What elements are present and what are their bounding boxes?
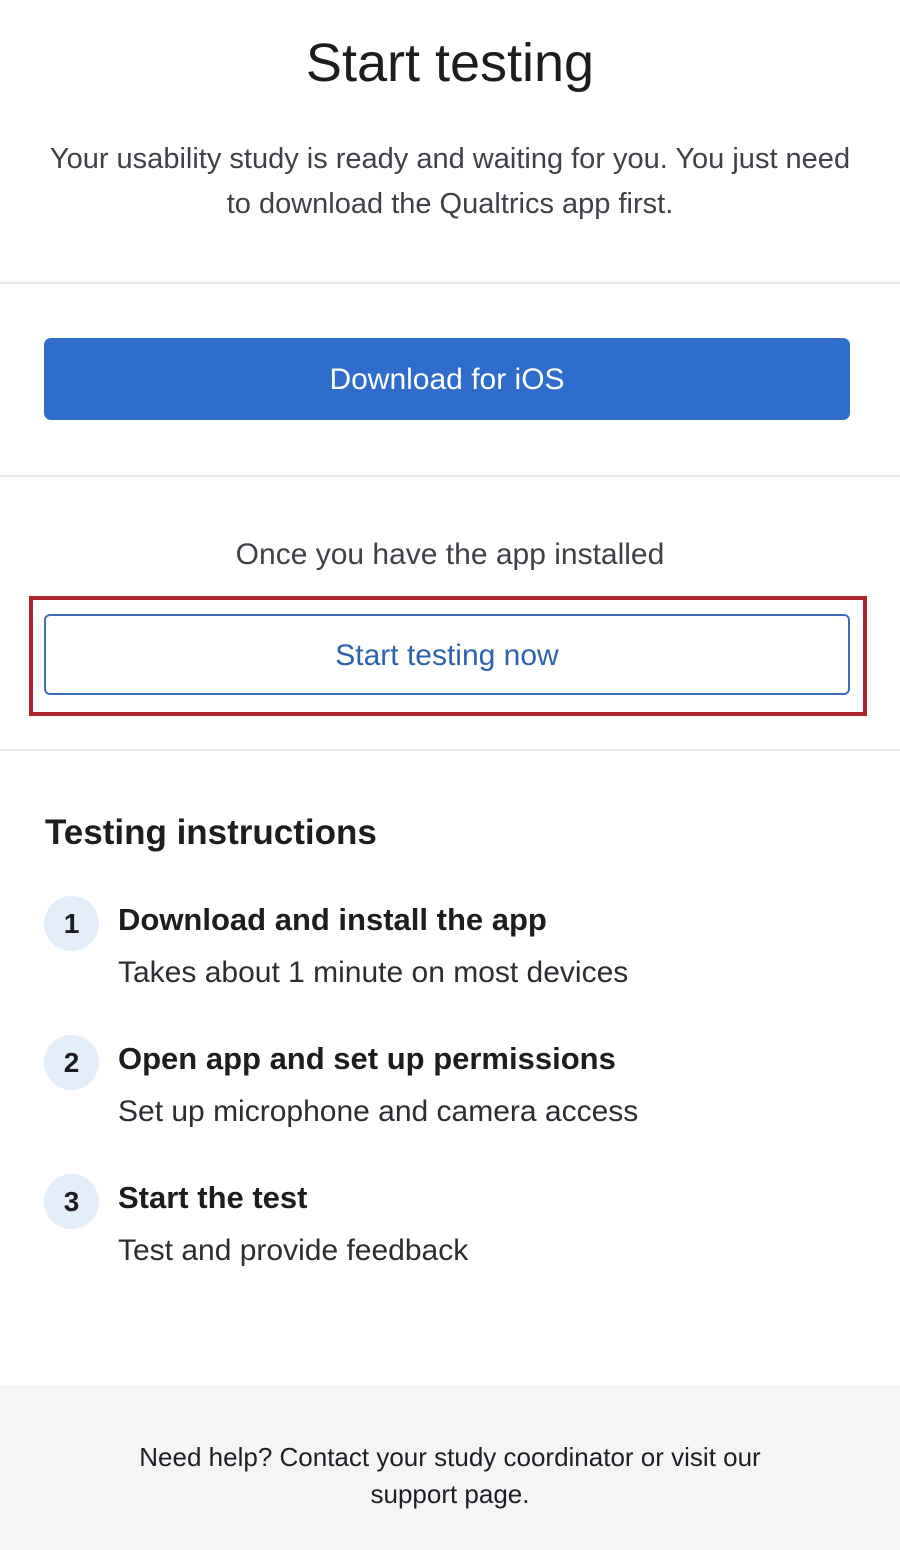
step-number-badge: 2	[44, 1035, 99, 1090]
page-title: Start testing	[305, 33, 595, 93]
step-number-badge: 1	[44, 896, 99, 951]
step-number-badge: 3	[44, 1174, 99, 1229]
help-footer: Need help? Contact your study coordinato…	[0, 1385, 900, 1550]
section-divider	[0, 475, 900, 477]
step-description: Test and provide feedback	[118, 1234, 469, 1267]
start-testing-now-button[interactable]: Start testing now	[44, 614, 850, 695]
help-text: Need help? Contact your study coordinato…	[139, 1442, 761, 1472]
help-text-block: Need help? Contact your study coordinato…	[110, 1439, 790, 1513]
section-divider	[0, 749, 900, 751]
start-testing-page: Start testing Your usability study is re…	[0, 0, 900, 1550]
step-title: Start the test	[118, 1180, 308, 1215]
support-page-link[interactable]: support page.	[370, 1479, 529, 1509]
section-divider	[0, 282, 900, 284]
page-subtitle: Your usability study is ready and waitin…	[49, 143, 851, 220]
download-ios-button[interactable]: Download for iOS	[44, 338, 850, 420]
step-title: Download and install the app	[118, 902, 547, 937]
step-description: Set up microphone and camera access	[118, 1095, 639, 1128]
step-title: Open app and set up permissions	[118, 1041, 616, 1076]
page-header: Start testing Your usability study is re…	[0, 0, 900, 282]
install-prompt: Once you have the app installed	[235, 538, 665, 571]
step-description: Takes about 1 minute on most devices	[118, 956, 629, 989]
instructions-heading: Testing instructions	[45, 813, 377, 852]
